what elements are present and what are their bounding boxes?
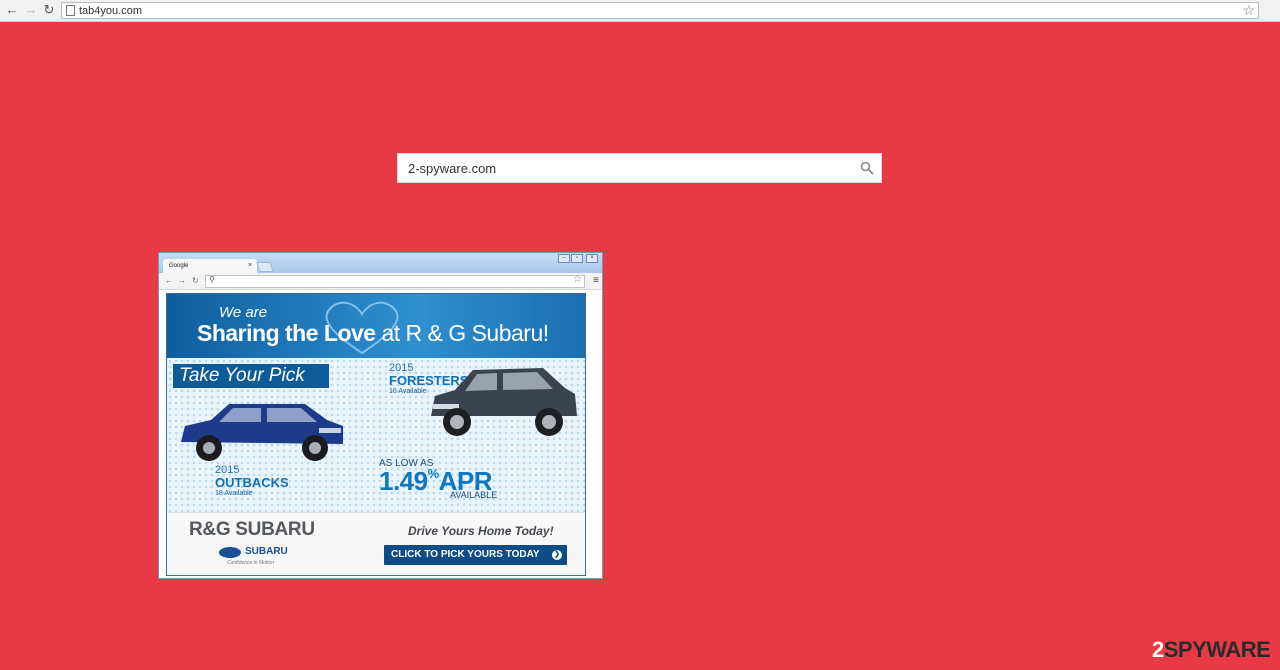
forester-available: 16 Available	[389, 388, 427, 395]
popup-reload-icon[interactable]: ↻	[192, 275, 199, 287]
minimize-icon[interactable]: –	[558, 254, 570, 263]
apr-rate-pct: %	[427, 466, 440, 481]
address-url: tab4you.com	[79, 5, 142, 17]
cta-button[interactable]: CLICK TO PICK YOURS TODAY ❯	[384, 545, 567, 565]
ad-take-pick: Take Your Pick	[173, 364, 329, 388]
subaru-ad[interactable]: We are Sharing the Love at R & G Subaru!…	[166, 293, 586, 576]
ad-intro: We are	[219, 304, 268, 321]
subaru-wordmark: SUBARU	[245, 546, 288, 557]
available-label: AVAILABLE	[450, 490, 498, 500]
search-icon[interactable]	[860, 161, 874, 175]
popup-back-icon[interactable]: ←	[165, 275, 173, 287]
close-icon[interactable]: ×	[586, 254, 598, 263]
watermark-text: SPYWARE	[1163, 637, 1271, 662]
popup-address-bar[interactable]: ⚲ ☆	[205, 274, 585, 288]
watermark-logo: 2SPYWARE	[1152, 637, 1271, 663]
outback-car-image	[181, 404, 343, 461]
popup-toolbar: ← → ↻ ⚲ ☆ ≡	[159, 273, 602, 290]
subaru-tagline: Confidence in Motion	[227, 560, 274, 566]
reload-button[interactable]: ↻	[41, 2, 57, 18]
popup-tab-close-icon[interactable]: ×	[248, 259, 252, 273]
browser-toolbar: ← → ↻ tab4you.com ☆	[0, 0, 1280, 22]
address-bar[interactable]: tab4you.com ☆	[61, 2, 1259, 19]
forester-car-image	[431, 368, 577, 436]
ad-popup-window: Google × – ▫ × ← → ↻ ⚲ ☆ ≡ We are Sharin…	[158, 252, 603, 579]
forward-button[interactable]: →	[23, 2, 39, 18]
search-input[interactable]	[398, 154, 848, 182]
popup-menu-icon[interactable]: ≡	[593, 274, 599, 287]
ad-banner: We are Sharing the Love at R & G Subaru!	[167, 294, 585, 358]
popup-search-icon: ⚲	[209, 275, 215, 284]
ad-headline-rest: at R & G Subaru!	[375, 320, 549, 346]
bookmark-star-icon[interactable]: ☆	[1242, 2, 1255, 18]
popup-tab-label: Google	[169, 263, 189, 269]
popup-new-tab-button[interactable]	[256, 262, 274, 272]
popup-tab[interactable]: Google ×	[163, 259, 257, 273]
ad-headline: Sharing the Love at R & G Subaru!	[197, 320, 549, 347]
drive-home-text: Drive Yours Home Today!	[408, 524, 554, 538]
search-box	[397, 153, 882, 183]
chevron-right-icon: ❯	[552, 550, 562, 560]
popup-star-icon[interactable]: ☆	[573, 274, 582, 285]
watermark-num: 2	[1152, 637, 1164, 662]
apr-rate-value: 1.49	[379, 466, 428, 496]
page-icon	[66, 5, 75, 16]
cta-label: CLICK TO PICK YOURS TODAY	[391, 549, 540, 560]
popup-forward-icon[interactable]: →	[178, 275, 186, 287]
ad-footer: R&G SUBARU SUBARU Confidence in Motion D…	[167, 512, 585, 575]
ad-headline-bold: Sharing the Love	[197, 320, 376, 346]
subaru-logo-icon	[219, 547, 241, 558]
outback-model: OUTBACKS	[215, 475, 289, 490]
dealer-name: R&G SUBARU	[189, 519, 315, 540]
outback-available: 18 Available	[215, 490, 253, 497]
ad-body: Take Your Pick 2015 FORESTERS 16 Availab…	[167, 358, 585, 512]
maximize-icon[interactable]: ▫	[571, 254, 583, 263]
back-button[interactable]: ←	[4, 2, 20, 18]
popup-titlebar: Google × – ▫ ×	[159, 253, 602, 273]
